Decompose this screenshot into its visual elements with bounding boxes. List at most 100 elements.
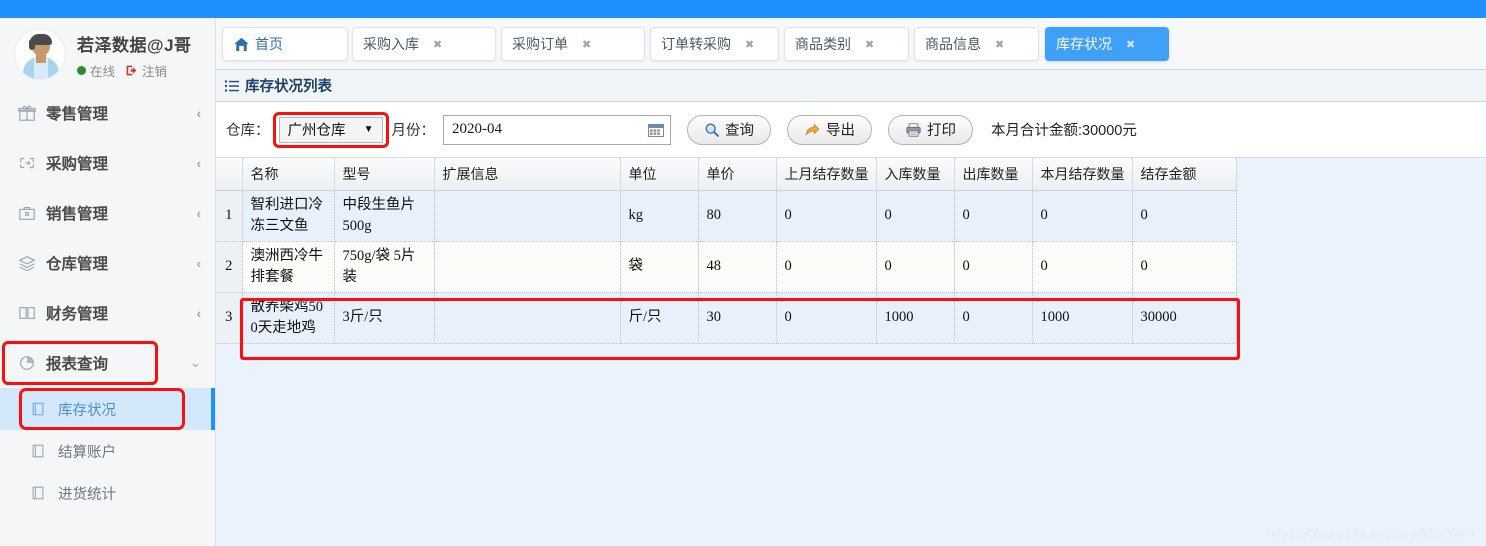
close-icon[interactable]: ✖ (1126, 38, 1135, 51)
logout-icon[interactable] (125, 64, 138, 77)
sidebar-item-label: 报表查询 (46, 356, 109, 373)
print-button[interactable]: 打印 (888, 114, 973, 145)
user-meta: 若泽数据@J哥 在线 注销 (77, 26, 192, 80)
cell-ext-info (434, 241, 621, 293)
sidebar-item-report-query[interactable]: 报表查询 (2, 341, 158, 385)
cell-unit: 袋 (620, 241, 699, 293)
sidebar-item-sales[interactable]: 销售管理 ‹ (0, 188, 215, 238)
row-index: 2 (216, 241, 243, 293)
column-header-in-qty[interactable]: 入库数量 (876, 158, 955, 191)
tab-label: 采购订单 (512, 36, 568, 52)
warehouse-select-value: 广州仓库 (287, 123, 346, 139)
sidebar-item-purchase[interactable]: 采购管理 ‹ (0, 138, 215, 188)
pie-chart-icon (18, 354, 42, 372)
cell-unit: 斤/只 (620, 292, 699, 344)
cell-month-balance: 0 (1032, 241, 1133, 293)
column-header-model[interactable]: 型号 (334, 158, 435, 191)
sidebar-item-warehouse[interactable]: 仓库管理 ‹ (0, 238, 215, 288)
inventory-table: 名称 型号 扩展信息 单位 单价 上月结存数量 入库数量 出库数量 本月结存数量… (216, 158, 1237, 344)
user-status-row: 在线 注销 (77, 61, 192, 80)
column-header-price[interactable]: 单价 (698, 158, 777, 191)
tab-label: 采购入库 (363, 36, 419, 52)
calendar-icon[interactable] (648, 123, 664, 137)
cell-ext-info (434, 190, 621, 242)
sidebar-nav: 零售管理 ‹ 采购管理 ‹ 销售管理 ‹ 仓库管理 ‹ 财务管理 ‹ 报表查询 … (0, 88, 215, 514)
tab-purchase-order[interactable]: 采购订单 ✖ (501, 27, 645, 61)
table-row[interactable]: 2 澳洲西冷牛排套餐 750g/袋 5片装 袋 48 0 0 0 0 0 (216, 241, 1237, 293)
close-icon[interactable]: ✖ (865, 38, 874, 51)
tab-product-info[interactable]: 商品信息 ✖ (914, 27, 1039, 61)
close-icon[interactable]: ✖ (745, 38, 754, 51)
sidebar-subitem-label: 结算账户 (58, 444, 116, 461)
tab-label: 库存状况 (1056, 36, 1112, 52)
sidebar-subitem-settlement-account[interactable]: 结算账户 (0, 430, 215, 472)
cell-name: 澳洲西冷牛排套餐 (242, 241, 335, 293)
tab-product-category[interactable]: 商品类别 ✖ (784, 27, 909, 61)
cell-month-balance: 0 (1032, 190, 1133, 242)
cell-in-qty: 1000 (876, 292, 955, 344)
export-button[interactable]: 导出 (787, 114, 872, 145)
column-header-unit[interactable]: 单位 (620, 158, 699, 191)
cell-balance-amount: 0 (1132, 241, 1237, 293)
sidebar-item-retail[interactable]: 零售管理 ‹ (0, 88, 215, 138)
sidebar-subitem-inventory-status[interactable]: 库存状况 (19, 388, 185, 430)
list-icon (224, 79, 240, 93)
table-row[interactable]: 1 智利进口冷冻三文鱼 中段生鱼片 500g kg 80 0 0 0 0 0 (216, 190, 1237, 242)
export-arrow-icon (804, 122, 821, 138)
column-header-out-qty[interactable]: 出库数量 (954, 158, 1033, 191)
sidebar-item-label: 财务管理 (46, 306, 109, 323)
column-header-name[interactable]: 名称 (242, 158, 335, 191)
column-header-last-balance[interactable]: 上月结存数量 (776, 158, 877, 191)
column-header-ext-info[interactable]: 扩展信息 (434, 158, 621, 191)
cell-in-qty: 0 (876, 190, 955, 242)
table-row[interactable]: 3 散养柴鸡500天走地鸡 3斤/只 斤/只 30 0 1000 0 1000 … (216, 292, 1237, 344)
home-icon (233, 36, 250, 53)
month-input[interactable]: 2020-04 (443, 114, 671, 145)
cell-price: 80 (698, 190, 777, 242)
close-icon[interactable]: ✖ (433, 38, 442, 51)
tab-bar: 首页 采购入库 ✖ 采购订单 ✖ 订单转采购 ✖ 商品类别 ✖ 商品信息 ✖ 库… (216, 18, 1486, 70)
sidebar-item-label: 零售管理 (46, 106, 109, 123)
chevron-left-icon: ‹ (196, 205, 201, 221)
online-status-label: 在线 (90, 65, 116, 79)
column-header-balance-amount[interactable]: 结存金额 (1132, 158, 1237, 191)
total-amount-label: 本月合计金额:30000元 (991, 123, 1137, 139)
cell-price: 48 (698, 241, 777, 293)
tab-inventory-status[interactable]: 库存状况 ✖ (1045, 27, 1169, 61)
panel-title: 库存状况列表 (245, 79, 332, 95)
sidebar: 若泽数据@J哥 在线 注销 零售管理 ‹ 采购管理 ‹ 销售管理 ‹ 仓库管理 … (0, 18, 216, 546)
logout-label[interactable]: 注销 (142, 61, 167, 80)
chevron-left-icon: ‹ (196, 105, 201, 121)
content-area: 库存状况列表 仓库： 广州仓库 ▼ 月份： 2020-04 查询 导出 打印 本… (216, 70, 1486, 546)
tab-home[interactable]: 首页 (222, 27, 348, 61)
report-page-icon (30, 443, 52, 459)
warehouse-select[interactable]: 广州仓库 ▼ (278, 116, 383, 143)
sidebar-item-report-row: 报表查询 ⌄ (0, 338, 215, 388)
cell-last-balance: 0 (776, 292, 877, 344)
export-button-label: 导出 (826, 123, 855, 139)
sidebar-subitem-inventory-status-wrap: 库存状况 (0, 388, 215, 430)
close-icon[interactable]: ✖ (582, 38, 591, 51)
cell-price: 30 (698, 292, 777, 344)
query-button[interactable]: 查询 (687, 114, 771, 145)
cell-in-qty: 0 (876, 241, 955, 293)
sidebar-subitem-purchase-stats[interactable]: 进货统计 (0, 472, 215, 514)
filter-toolbar: 仓库： 广州仓库 ▼ 月份： 2020-04 查询 导出 打印 本月合计金额:3… (216, 102, 1486, 158)
chevron-left-icon: ‹ (196, 155, 201, 171)
user-avatar-icon (14, 28, 66, 80)
cell-unit: kg (620, 190, 699, 242)
cell-model: 中段生鱼片 500g (334, 190, 435, 242)
column-header-month-balance[interactable]: 本月结存数量 (1032, 158, 1133, 191)
sidebar-item-finance[interactable]: 财务管理 ‹ (0, 288, 215, 338)
report-page-icon (30, 485, 52, 501)
tab-order-to-purchase[interactable]: 订单转采购 ✖ (650, 27, 779, 61)
printer-icon (905, 122, 922, 138)
user-profile-block: 若泽数据@J哥 在线 注销 (0, 18, 215, 86)
chevron-left-icon: ‹ (196, 255, 201, 271)
briefcase-icon (18, 204, 42, 222)
cell-name: 智利进口冷冻三文鱼 (242, 190, 335, 242)
warehouse-label: 仓库： (226, 123, 270, 139)
cell-out-qty: 0 (954, 241, 1033, 293)
close-icon[interactable]: ✖ (995, 38, 1004, 51)
tab-purchase-inbound[interactable]: 采购入库 ✖ (352, 27, 496, 61)
